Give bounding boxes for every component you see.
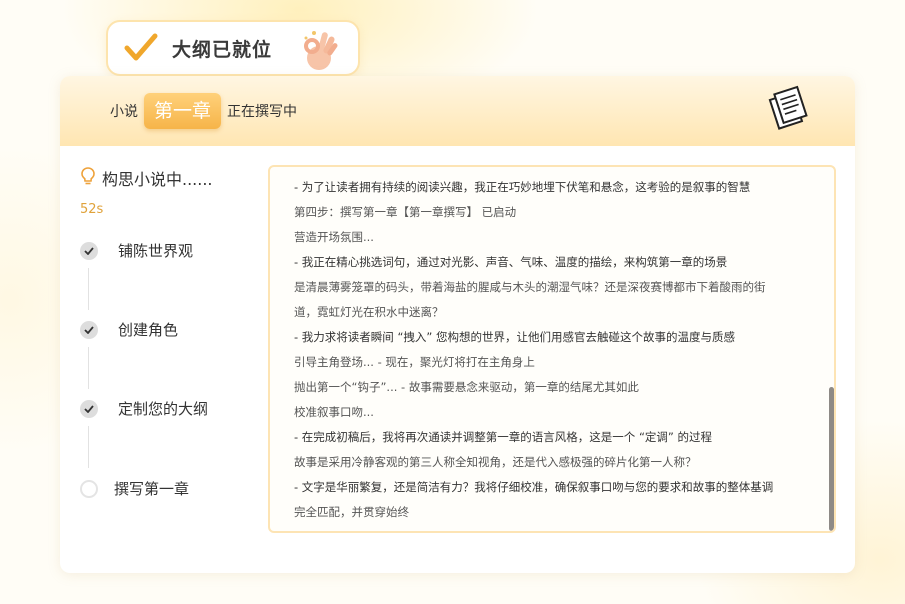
log-line: 校准叙事口吻... <box>294 405 374 419</box>
thinking-label: 构思小说中...... <box>102 170 213 189</box>
log-lines: - 为了让读者拥有持续的阅读兴趣，我正在巧妙地埋下伏笔和悬念，这考验的是叙事的智… <box>294 175 804 525</box>
header-prefix: 小说 <box>110 104 138 120</box>
check-icon <box>80 320 98 339</box>
log-line: 是清晨薄雾笼罩的码头，带着海盐的腥咸与木头的潮湿气味？还是深夜赛博都市下着酸雨的… <box>294 280 766 294</box>
pending-circle-icon <box>80 479 98 498</box>
log-line: - 我正在精心挑选词句，通过对光影、声音、气味、温度的描绘，来构筑第一章的场景 <box>294 255 728 269</box>
log-line: 第四步：撰写第一章【第一章撰写】 已启动 <box>294 205 517 219</box>
step-world-building: 铺陈世界观 <box>80 240 193 261</box>
step-connector <box>88 426 89 468</box>
outline-ready-badge: 大纲已就位 <box>106 20 360 76</box>
check-icon <box>80 241 98 260</box>
step-customize-outline: 定制您的大纲 <box>80 398 208 419</box>
step-label: 铺陈世界观 <box>118 242 194 260</box>
log-line: 抛出第一个“钩子”... - 故事需要悬念来驱动，第一章的结尾尤其如此 <box>294 380 639 394</box>
documents-icon <box>766 84 816 140</box>
log-line: - 为了让读者拥有持续的阅读兴趣，我正在巧妙地埋下伏笔和悬念，这考验的是叙事的智… <box>294 180 751 194</box>
writing-progress-card: 小说 第一章 正在撰写中 构思小说中...... 52s 铺陈世界观 创建角色 … <box>60 76 855 573</box>
step-create-characters: 创建角色 <box>80 319 178 340</box>
log-line: 故事是采用冷静客观的第三人称全知视角，还是代入感极强的碎片化第一人称？ <box>294 455 697 469</box>
generation-log[interactable]: - 为了让读者拥有持续的阅读兴趣，我正在巧妙地埋下伏笔和悬念，这考验的是叙事的智… <box>268 165 836 533</box>
chapter-pill: 第一章 <box>144 93 222 129</box>
step-label: 撰写第一章 <box>114 480 190 498</box>
log-line: 营造开场氛围... <box>294 230 374 244</box>
thinking-status: 构思小说中...... <box>80 166 213 190</box>
lightbulb-icon <box>80 166 96 190</box>
log-line: - 在完成初稿后，我将再次通读并调整第一章的语言风格，这是一个 “定调” 的过程 <box>294 430 713 444</box>
header-suffix: 正在撰写中 <box>227 104 298 120</box>
ok-hand-icon <box>300 28 338 76</box>
check-icon <box>80 399 98 418</box>
log-line: 道，霓虹灯光在积水中迷离？ <box>294 305 444 319</box>
log-line: - 文字是华丽繁复，还是简洁有力？我将仔细校准，确保叙事口吻与您的要求和故事的整… <box>294 480 774 494</box>
step-label: 创建角色 <box>118 321 179 339</box>
elapsed-time: 52s <box>80 202 104 217</box>
chapter-status-header: 小说 第一章 正在撰写中 <box>60 76 855 146</box>
checkmark-icon <box>124 33 158 63</box>
step-write-chapter-one: 撰写第一章 <box>80 478 189 499</box>
step-label: 定制您的大纲 <box>118 400 209 418</box>
badge-title: 大纲已就位 <box>172 38 273 61</box>
step-connector <box>88 347 89 389</box>
log-line: 完全匹配，并贯穿始终 <box>294 505 409 519</box>
log-line: - 我力求将读者瞬间 “拽入” 您构想的世界，让他们用感官去触碰这个故事的温度与… <box>294 330 736 344</box>
log-line: 引导主角登场... - 现在，聚光灯将打在主角身上 <box>294 355 535 369</box>
progress-steps-panel: 构思小说中...... 52s 铺陈世界观 创建角色 定制您的大纲 撰写第一章 <box>60 146 265 573</box>
step-connector <box>88 268 89 310</box>
log-scrollbar[interactable] <box>829 387 834 531</box>
